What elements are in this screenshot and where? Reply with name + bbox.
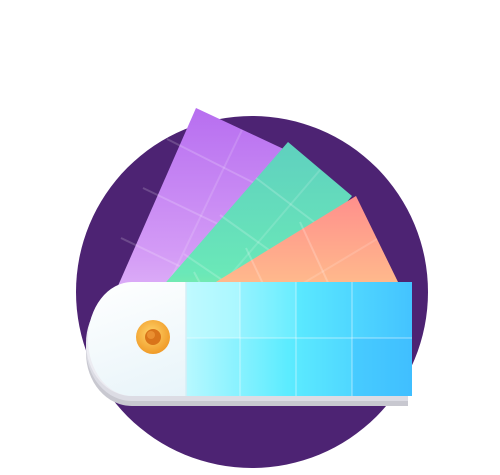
grommet-icon [136,320,170,354]
swatch-fan-graphic [76,108,428,468]
swatch-illustration [0,0,500,475]
